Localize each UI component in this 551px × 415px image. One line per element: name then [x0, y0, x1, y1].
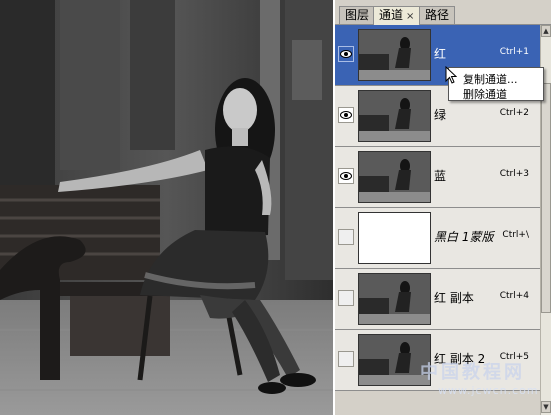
menu-item-delete-channel[interactable]: 删除通道 — [463, 86, 507, 102]
eye-icon — [340, 172, 352, 180]
channel-shortcut: Ctrl+2 — [499, 108, 529, 118]
close-icon[interactable]: × — [406, 11, 414, 22]
eye-icon — [340, 50, 352, 58]
visibility-toggle[interactable] — [338, 290, 354, 306]
scrollbar-thumb[interactable] — [541, 83, 551, 313]
channel-name: 红 — [434, 47, 447, 61]
tab-channels[interactable]: 通道 × — [373, 6, 421, 25]
visibility-toggle[interactable] — [338, 107, 354, 123]
tab-layers[interactable]: 图层 — [339, 6, 376, 24]
context-menu: 复制通道... 删除通道 — [448, 67, 544, 101]
channel-shortcut: Ctrl+3 — [499, 169, 529, 179]
channel-thumbnail — [358, 90, 431, 142]
tab-layers-label: 图层 — [345, 8, 370, 22]
channel-name: 绿 — [434, 108, 447, 122]
channel-row-red-copy[interactable]: 红 副本 Ctrl+4 — [335, 269, 540, 330]
channel-shortcut: Ctrl+\ — [502, 230, 529, 240]
channel-thumbnail — [358, 29, 431, 81]
tab-channels-label: 通道 — [379, 8, 404, 22]
channel-thumbnail — [358, 212, 431, 264]
channel-thumbnail — [358, 151, 431, 203]
channels-panel: 图层 通道 × 路径 红 Ctrl+1 绿 Ctrl+2 蓝 Ctrl+3 黑白… — [333, 0, 551, 415]
channel-row-blue[interactable]: 蓝 Ctrl+3 — [335, 147, 540, 208]
channel-shortcut: Ctrl+1 — [499, 47, 529, 57]
channel-name: 红 副本 — [434, 291, 474, 305]
channel-name: 蓝 — [434, 169, 447, 183]
eye-icon — [340, 111, 352, 119]
watermark-title: 中国教程网 — [420, 362, 525, 383]
panel-tab-bar: 图层 通道 × 路径 — [335, 0, 551, 25]
channel-thumbnail — [358, 273, 431, 325]
watermark-url: www.jcwcn.com — [438, 384, 539, 397]
arrow-cursor-icon — [445, 66, 457, 84]
menu-item-duplicate-channel[interactable]: 复制通道... — [463, 71, 518, 87]
tab-paths-label: 路径 — [425, 8, 450, 22]
visibility-toggle[interactable] — [338, 229, 354, 245]
grayscale-photo — [0, 0, 333, 415]
image-canvas[interactable] — [0, 0, 333, 415]
visibility-toggle[interactable] — [338, 168, 354, 184]
scroll-up-icon[interactable]: ▲ — [541, 25, 551, 37]
channel-name: 黑白 1蒙版 — [434, 230, 494, 244]
channel-shortcut: Ctrl+4 — [499, 291, 529, 301]
channel-row-mask[interactable]: 黑白 1蒙版 Ctrl+\ — [335, 208, 540, 269]
scroll-down-icon[interactable]: ▼ — [541, 401, 551, 413]
visibility-toggle[interactable] — [338, 351, 354, 367]
visibility-toggle[interactable] — [338, 46, 354, 62]
tab-paths[interactable]: 路径 — [419, 6, 456, 24]
